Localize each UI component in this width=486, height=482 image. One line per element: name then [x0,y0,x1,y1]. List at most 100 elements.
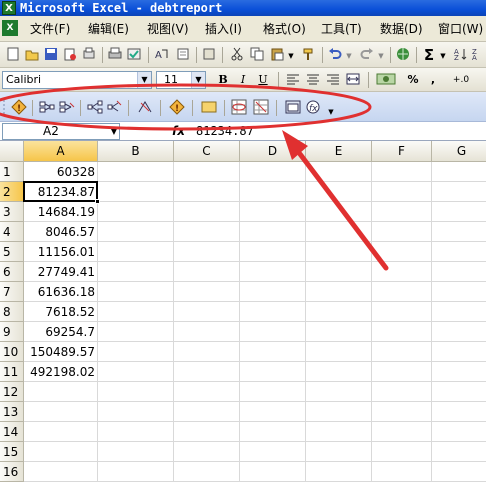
cell-b6[interactable] [98,262,174,282]
print-preview-icon[interactable] [80,46,98,64]
cell-e16[interactable] [306,462,372,482]
menu-file[interactable]: 文件(F) [30,16,70,42]
trace-dependents-icon[interactable] [86,98,104,116]
research-icon[interactable]: A [152,46,170,64]
row-header[interactable]: 11 [0,362,24,382]
cell-g11[interactable] [432,362,486,382]
open-icon[interactable] [23,46,41,64]
cell-c8[interactable] [174,302,240,322]
cell-c3[interactable] [174,202,240,222]
font-size-select[interactable]: 11 ▼ [156,71,206,89]
trace-precedents-icon[interactable] [38,98,56,116]
cell-f1[interactable] [372,162,432,182]
column-header-f[interactable]: F [372,141,432,162]
evaluate-formula-icon[interactable]: fx [304,98,322,116]
hyperlink-icon[interactable] [394,46,412,64]
cell-c5[interactable] [174,242,240,262]
cell-c2[interactable] [174,182,240,202]
cell-e11[interactable] [306,362,372,382]
cell-c12[interactable] [174,382,240,402]
cell-a10[interactable]: 150489.57 [24,342,98,362]
formula-input[interactable]: 81234.87 [196,123,254,140]
cell-f14[interactable] [372,422,432,442]
cell-e15[interactable] [306,442,372,462]
cell-e14[interactable] [306,422,372,442]
select-all-corner[interactable] [0,141,24,162]
cell-c10[interactable] [174,342,240,362]
cell-g12[interactable] [432,382,486,402]
trace-error-icon[interactable]: ! [168,98,186,116]
spelling-icon[interactable] [125,46,143,64]
cell-b5[interactable] [98,242,174,262]
error-checking-icon[interactable]: ! [10,98,28,116]
cell-d10[interactable] [240,342,306,362]
cell-b16[interactable] [98,462,174,482]
remove-all-arrows-icon[interactable] [136,98,154,116]
cell-d1[interactable] [240,162,306,182]
cell-c13[interactable] [174,402,240,422]
currency-icon[interactable] [374,71,398,89]
cell-a12[interactable] [24,382,98,402]
cell-a15[interactable] [24,442,98,462]
cut-icon[interactable] [228,46,246,64]
align-left-icon[interactable] [284,71,302,89]
cell-c15[interactable] [174,442,240,462]
cell-d11[interactable] [240,362,306,382]
cell-a14[interactable] [24,422,98,442]
cell-g8[interactable] [432,302,486,322]
align-right-icon[interactable] [324,71,342,89]
cell-c4[interactable] [174,222,240,242]
cell-f5[interactable] [372,242,432,262]
cell-f7[interactable] [372,282,432,302]
row-header[interactable]: 15 [0,442,24,462]
cell-f16[interactable] [372,462,432,482]
cell-c16[interactable] [174,462,240,482]
cell-b10[interactable] [98,342,174,362]
menu-window[interactable]: 窗口(W) [438,16,483,42]
comma-button[interactable]: , [424,71,442,89]
merge-center-icon[interactable] [344,71,362,89]
cell-c7[interactable] [174,282,240,302]
cell-f13[interactable] [372,402,432,422]
cell-a16[interactable] [24,462,98,482]
cell-b11[interactable] [98,362,174,382]
cell-f4[interactable] [372,222,432,242]
column-header-d[interactable]: D [240,141,306,162]
column-header-b[interactable]: B [98,141,174,162]
column-header-a[interactable]: A [24,141,98,162]
cell-e5[interactable] [306,242,372,262]
row-header[interactable]: 12 [0,382,24,402]
chevron-down-icon[interactable]: ▼ [191,72,205,88]
copy-icon[interactable] [248,46,266,64]
show-watch-window-icon[interactable] [284,98,302,116]
cell-e13[interactable] [306,402,372,422]
remove-dependent-arrows-icon[interactable] [106,98,124,116]
cell-d16[interactable] [240,462,306,482]
cell-f11[interactable] [372,362,432,382]
cell-b12[interactable] [98,382,174,402]
cell-f3[interactable] [372,202,432,222]
format-painter-icon[interactable] [300,46,318,64]
cell-c14[interactable] [174,422,240,442]
row-header[interactable]: 9 [0,322,24,342]
cell-c9[interactable] [174,322,240,342]
translate-icon[interactable] [174,46,192,64]
menu-format[interactable]: 格式(O) [263,16,306,42]
cell-f9[interactable] [372,322,432,342]
align-center-icon[interactable] [304,71,322,89]
cell-d13[interactable] [240,402,306,422]
menu-insert[interactable]: 插入(I) [205,16,242,42]
row-header[interactable]: 3 [0,202,24,222]
cell-d7[interactable] [240,282,306,302]
cell-a3[interactable]: 14684.19 [24,202,98,222]
remove-precedent-arrows-icon[interactable] [58,98,76,116]
cell-e3[interactable] [306,202,372,222]
cell-e10[interactable] [306,342,372,362]
cell-g15[interactable] [432,442,486,462]
cell-g5[interactable] [432,242,486,262]
chevron-down-icon[interactable]: ▼ [137,72,151,88]
save-icon[interactable] [42,46,60,64]
worksheet-grid[interactable]: ABCDEFG 1 60328 2 81234.87 3 14684.19 4 8046.57… [0,141,486,482]
cell-e1[interactable] [306,162,372,182]
toolbar-options-icon[interactable]: ▼ [326,102,336,116]
